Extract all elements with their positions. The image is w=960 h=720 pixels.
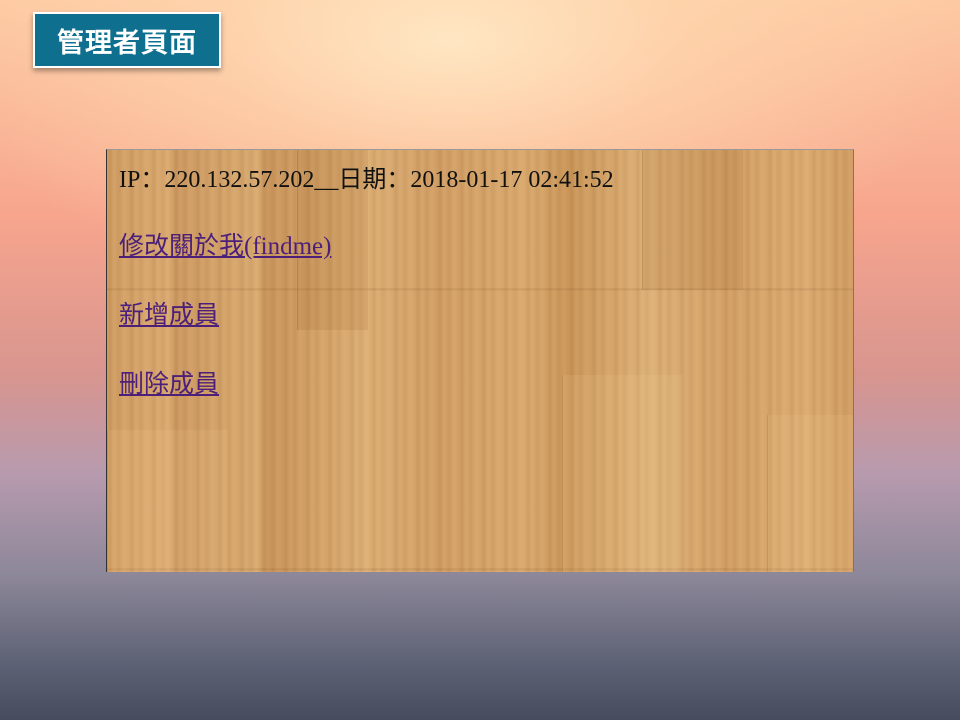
delete-member-link[interactable]: 刪除成員 (119, 368, 843, 402)
page-title: 管理者頁面 (57, 27, 197, 59)
add-member-link[interactable]: 新增成員 (119, 299, 843, 333)
admin-content: IP：220.132.57.202__日期：2018-01-17 02:41:5… (119, 164, 843, 437)
ip-date-info: IP：220.132.57.202__日期：2018-01-17 02:41:5… (119, 167, 614, 193)
page-title-badge: 管理者頁面 (33, 12, 221, 68)
wood-plank (767, 415, 853, 572)
wood-plank (107, 430, 228, 572)
admin-page-screenshot: IP：220.132.57.202__日期：2018-01-17 02:41:5… (106, 149, 854, 572)
edit-about-me-link[interactable]: 修改關於我(findme) (119, 230, 843, 264)
